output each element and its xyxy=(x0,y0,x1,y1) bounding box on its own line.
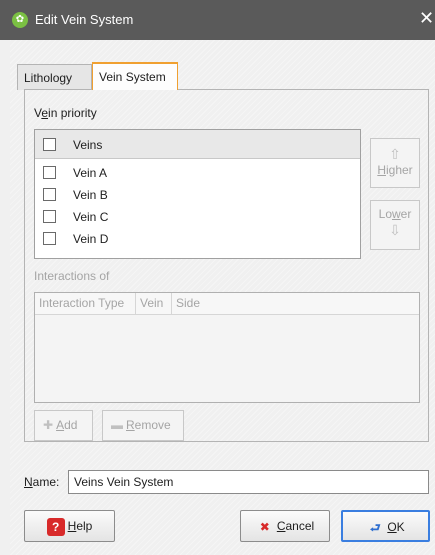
ok-icon: ⮐ xyxy=(369,520,381,535)
interaction-type-column-header: Interaction Type xyxy=(35,293,136,315)
interactions-table: Interaction Type Vein Side xyxy=(34,292,420,403)
vein-priority-label: Vein priority xyxy=(34,106,97,120)
list-item[interactable]: Vein C xyxy=(35,206,360,228)
remove-button[interactable]: ▬ Remove xyxy=(102,410,184,441)
vein-b-checkbox[interactable] xyxy=(43,188,56,201)
cancel-icon: ✖ xyxy=(259,519,270,534)
higher-button[interactable]: ⇧ Higher xyxy=(370,138,420,188)
vein-a-label: Vein A xyxy=(73,166,108,180)
close-icon[interactable]: ✕ xyxy=(419,8,435,28)
plus-icon: ✚ xyxy=(43,418,54,432)
vein-c-checkbox[interactable] xyxy=(43,210,56,223)
vein-d-checkbox[interactable] xyxy=(43,232,56,245)
vein-list-header: Veins xyxy=(35,130,360,159)
up-arrow-icon: ⇧ xyxy=(389,146,401,162)
minus-icon: ▬ xyxy=(111,418,123,432)
app-icon: ✿ xyxy=(12,12,28,28)
add-button[interactable]: ✚ Add xyxy=(34,410,93,441)
name-field[interactable]: Veins Vein System xyxy=(68,470,429,494)
list-item[interactable]: Vein D xyxy=(35,228,360,250)
help-button[interactable]: ? Help xyxy=(24,510,115,542)
interactions-label: Interactions of xyxy=(34,269,110,283)
side-column-header: Side xyxy=(176,296,201,310)
cancel-button[interactable]: ✖ Cancel xyxy=(240,510,330,542)
down-arrow-icon: ⇩ xyxy=(389,222,401,238)
list-item[interactable]: Vein B xyxy=(35,184,360,206)
name-label: Name: xyxy=(24,475,60,489)
interactions-header: Interaction Type Vein Side xyxy=(35,293,419,315)
vein-a-checkbox[interactable] xyxy=(43,166,56,179)
vein-column-header: Vein xyxy=(136,293,172,315)
tab-lithology[interactable]: Lithology xyxy=(17,64,92,90)
help-icon: ? xyxy=(46,517,65,536)
tab-vein-system[interactable]: Vein System xyxy=(92,62,178,90)
lower-button[interactable]: Lower ⇩ xyxy=(370,200,420,250)
vein-d-label: Vein D xyxy=(73,232,109,246)
ok-button[interactable]: ⮐ OK xyxy=(341,510,430,542)
list-item[interactable]: Vein A xyxy=(35,162,360,184)
select-all-checkbox[interactable] xyxy=(43,138,56,151)
veins-column-header: Veins xyxy=(73,138,103,152)
window-title: Edit Vein System xyxy=(35,12,134,27)
vein-priority-list: Veins Vein A Vein B Vein C Vein D xyxy=(34,129,361,259)
title-bar: ✿ Edit Vein System ✕ xyxy=(0,0,435,40)
vein-c-label: Vein C xyxy=(73,210,109,224)
vein-b-label: Vein B xyxy=(73,188,108,202)
